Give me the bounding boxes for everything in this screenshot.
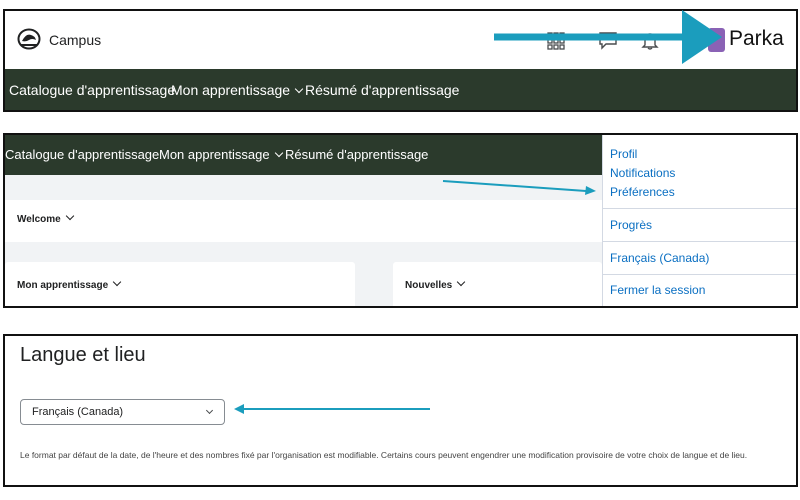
nav-item-label: Mon apprentissage	[171, 82, 291, 98]
nav-item-catalogue[interactable]: Catalogue d'apprentissage	[5, 147, 159, 162]
top-bar: Campus Parka	[5, 11, 796, 69]
user-name[interactable]: Parka	[729, 27, 784, 51]
language-panel: Langue et lieu Français (Canada) Le form…	[3, 334, 798, 487]
bell-icon[interactable]	[639, 29, 661, 51]
nav-item-resume[interactable]: Résumé d'apprentissage	[305, 82, 459, 98]
widget-title-dropdown[interactable]: Mon apprentissage	[17, 277, 122, 291]
chevron-down-icon	[294, 84, 304, 94]
nav-item-mon-apprentissage[interactable]: Mon apprentissage	[159, 147, 283, 162]
menu-item-progres[interactable]: Progrès	[610, 218, 652, 232]
widget-title: Nouvelles	[405, 280, 453, 291]
menu-divider	[603, 274, 796, 275]
help-text: Le format par défaut de la date, de l'he…	[20, 450, 748, 460]
nav-bar: Catalogue d'apprentissage Mon apprentiss…	[5, 69, 796, 110]
nav-item-label: Mon apprentissage	[159, 147, 270, 162]
chevron-down-icon	[205, 406, 214, 415]
language-select-value: Français (Canada)	[32, 406, 124, 418]
logo-text[interactable]: Campus	[49, 32, 101, 48]
chat-icon[interactable]	[597, 29, 619, 51]
menu-divider	[603, 208, 796, 209]
menu-divider	[603, 241, 796, 242]
menu-item-preferences[interactable]: Préférences	[610, 185, 675, 199]
chevron-down-icon	[457, 277, 466, 287]
language-select[interactable]: Français (Canada)	[20, 399, 225, 425]
menu-item-profil[interactable]: Profil	[610, 147, 637, 161]
nav-item-mon-apprentissage[interactable]: Mon apprentissage	[171, 82, 304, 98]
nav-item-catalogue[interactable]: Catalogue d'apprentissage	[9, 82, 175, 98]
page-title: Langue et lieu	[20, 344, 146, 366]
widget-title-dropdown[interactable]: Nouvelles	[405, 277, 466, 291]
welcome-dropdown[interactable]: Welcome	[17, 211, 74, 225]
campus-logo-icon[interactable]	[17, 28, 41, 50]
header-panel: Campus Parka Catalogue d'apprentissage M…	[3, 9, 798, 112]
nav-bar: Catalogue d'apprentissage Mon apprentiss…	[5, 135, 602, 175]
widget-card: Nouvelles	[393, 262, 602, 306]
menu-panel: Catalogue d'apprentissage Mon apprentiss…	[3, 133, 798, 308]
apps-grid-icon[interactable]	[545, 29, 567, 51]
menu-item-notifications[interactable]: Notifications	[610, 166, 675, 180]
widget-card: Mon apprentissage	[5, 262, 355, 306]
chevron-down-icon	[112, 277, 122, 287]
profile-menu: Profil Notifications Préférences Progrès…	[602, 135, 796, 306]
nav-item-resume[interactable]: Résumé d'apprentissage	[285, 147, 428, 162]
menu-item-langue[interactable]: Français (Canada)	[610, 251, 709, 265]
welcome-label: Welcome	[17, 214, 61, 225]
chevron-down-icon	[274, 148, 283, 158]
chevron-down-icon	[65, 211, 74, 221]
page-band	[5, 175, 602, 200]
welcome-bar: Welcome	[5, 200, 602, 242]
menu-item-logout[interactable]: Fermer la session	[610, 283, 705, 297]
widget-title: Mon apprentissage	[17, 280, 109, 291]
avatar[interactable]	[708, 28, 725, 52]
